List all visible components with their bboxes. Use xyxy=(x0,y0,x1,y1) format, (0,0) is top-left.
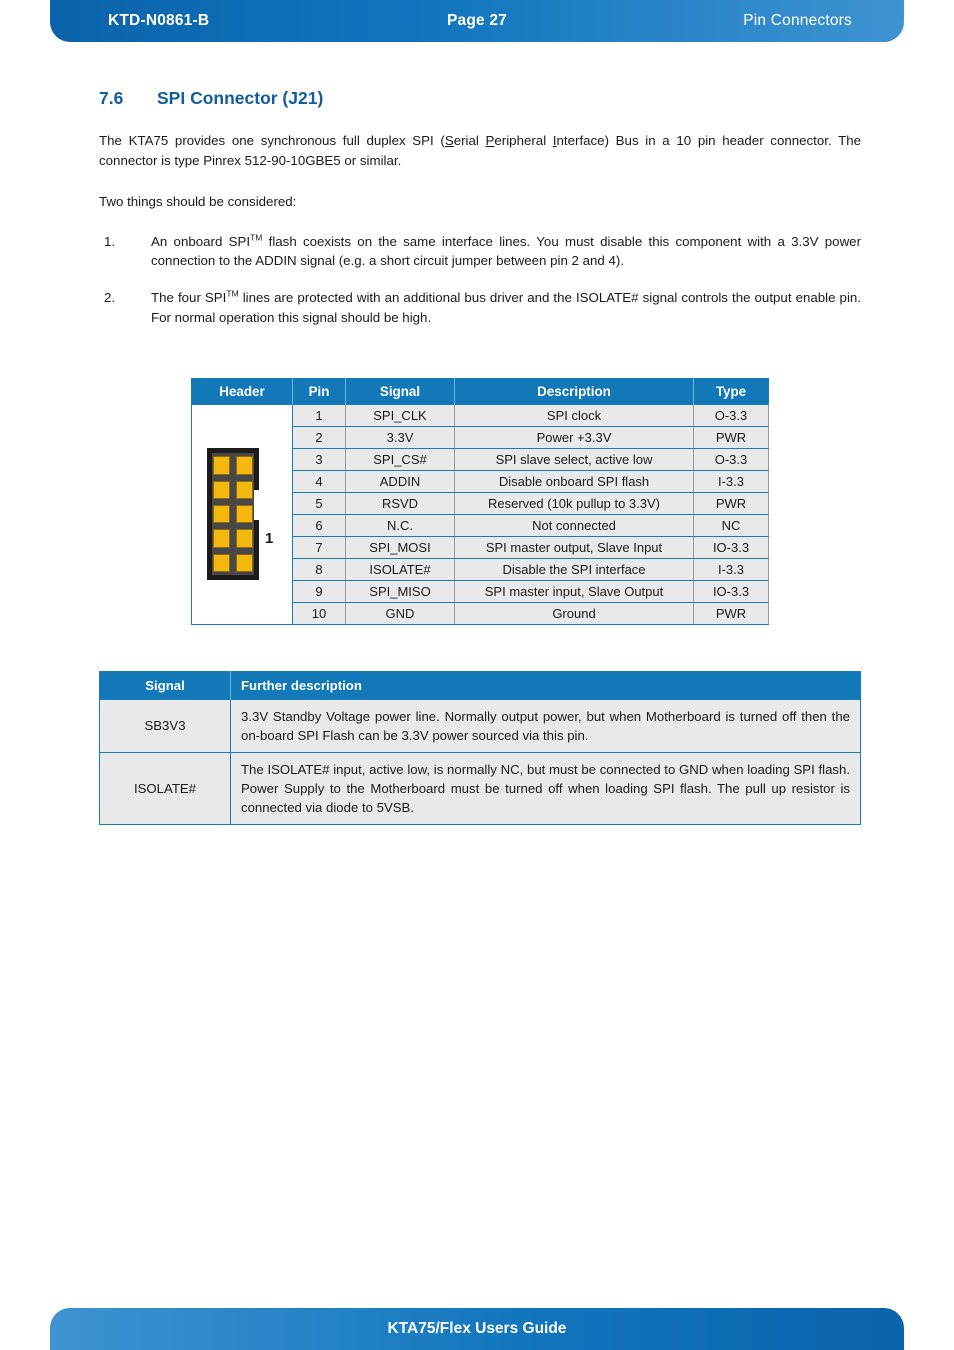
cell-signal: ADDIN xyxy=(345,469,455,493)
table-header-row: Signal Further description xyxy=(99,671,861,700)
list-item-marker: 1. xyxy=(104,233,116,249)
list-item: 2. The four SPITM lines are protected wit… xyxy=(99,288,861,328)
connector-notch-icon xyxy=(254,490,260,521)
footer-title: KTA75/Flex Users Guide xyxy=(387,1320,567,1337)
cell-description: SPI master output, Slave Input xyxy=(454,535,694,559)
cell-type: PWR xyxy=(693,601,769,625)
cell-type: I-3.3 xyxy=(693,557,769,581)
column-header-signal: Signal xyxy=(345,378,455,405)
cell-signal: 3.3V xyxy=(345,425,455,449)
page-footer: KTA75/Flex Users Guide xyxy=(50,1308,904,1350)
cell-type: O-3.3 xyxy=(693,403,769,427)
cell-pin: 8 xyxy=(292,557,346,581)
page-content: 7.6 SPI Connector (J21) The KTA75 provid… xyxy=(99,88,861,825)
trademark-superscript: TM xyxy=(250,232,263,243)
cell-type: IO-3.3 xyxy=(693,579,769,603)
cell-pin: 3 xyxy=(292,447,346,471)
cell-description: SPI master input, Slave Output xyxy=(454,579,694,603)
intro-paragraph: The KTA75 provides one synchronous full … xyxy=(99,131,861,170)
cell-pin: 7 xyxy=(292,535,346,559)
cell-further-description: The ISOLATE# input, active low, is norma… xyxy=(230,751,861,825)
column-header-pin: Pin xyxy=(292,378,346,405)
intro-text-b: erial xyxy=(453,133,486,148)
column-header-type: Type xyxy=(693,378,769,405)
pin-pad-icon xyxy=(236,529,253,548)
pin-pad-icon xyxy=(213,456,230,475)
list-item-text-a: The four SPI xyxy=(151,290,227,306)
column-header-signal: Signal xyxy=(99,671,231,700)
connector-image-cell: 1 xyxy=(191,403,293,625)
cell-type: I-3.3 xyxy=(693,469,769,493)
trademark-superscript: TM xyxy=(226,288,239,299)
pin-pad-icon xyxy=(213,504,230,524)
pin-table-container: Header Pin Signal Description Type 1 1 S… xyxy=(99,377,861,625)
cell-pin: 2 xyxy=(292,425,346,449)
cell-pin: 6 xyxy=(292,513,346,537)
section-heading: 7.6 SPI Connector (J21) xyxy=(99,88,861,109)
table-row: ISOLATE# The ISOLATE# input, active low,… xyxy=(99,751,861,825)
cell-pin: 1 xyxy=(292,403,346,427)
header-document-id: KTD-N0861-B xyxy=(108,12,210,29)
section-number: 7.6 xyxy=(99,88,124,108)
table-row: 1 1 SPI_CLK SPI clock O-3.3 xyxy=(191,403,769,625)
cell-type: IO-3.3 xyxy=(693,535,769,559)
cell-signal: ISOLATE# xyxy=(345,557,455,581)
cell-description: Reserved (10k pullup to 3.3V) xyxy=(454,491,694,515)
intro-text-c: eripheral xyxy=(494,133,553,148)
list-item-text-a: An onboard SPI xyxy=(151,233,251,249)
connector-pin1-label: 1 xyxy=(265,530,274,548)
consider-paragraph: Two things should be considered: xyxy=(99,194,297,209)
cell-type: PWR xyxy=(693,425,769,449)
page-header: KTD-N0861-B Page 27 Pin Connectors xyxy=(50,0,904,42)
cell-pin: 5 xyxy=(292,491,346,515)
notes-list: 1. An onboard SPITM flash coexists on the… xyxy=(99,232,861,328)
column-header-further-description: Further description xyxy=(230,671,861,700)
cell-type: PWR xyxy=(693,491,769,515)
pin-pad-icon xyxy=(213,553,230,573)
list-item: 1. An onboard SPITM flash coexists on the… xyxy=(99,232,861,272)
connector-diagram: 1 xyxy=(199,434,285,594)
column-header-description: Description xyxy=(454,378,694,405)
list-item-marker: 2. xyxy=(104,290,116,306)
cell-description: Disable the SPI interface xyxy=(454,557,694,581)
cell-signal: SPI_CS# xyxy=(345,447,455,471)
cell-signal: ISOLATE# xyxy=(99,751,231,825)
cell-description: Ground xyxy=(454,601,694,625)
cell-pin: 10 xyxy=(292,601,346,625)
intro-underline-s: S xyxy=(444,133,454,148)
intro-text-a: The KTA75 provides one synchronous full … xyxy=(99,133,445,148)
cell-signal: SPI_CLK xyxy=(345,403,455,427)
pin-pad-icon xyxy=(236,456,253,475)
further-description-table: Signal Further description SB3V3 3.3V St… xyxy=(99,670,861,825)
cell-signal: GND xyxy=(345,601,455,625)
table-row: SB3V3 3.3V Standby Voltage power line. N… xyxy=(99,698,861,753)
list-item-text-b: lines are protected with an additional b… xyxy=(151,290,861,325)
pin-pad-icon xyxy=(213,480,230,499)
cell-type: NC xyxy=(693,513,769,537)
cell-description: SPI slave select, active low xyxy=(454,447,694,471)
pin-assignment-table: Header Pin Signal Description Type 1 1 S… xyxy=(191,377,769,625)
cell-description: Not connected xyxy=(454,513,694,537)
connector-pin-grid xyxy=(213,456,253,573)
cell-signal: N.C. xyxy=(345,513,455,537)
cell-description: Power +3.3V xyxy=(454,425,694,449)
section-title-text: SPI Connector (J21) xyxy=(157,88,324,108)
cell-signal: SPI_MISO xyxy=(345,579,455,603)
pin-pad-icon xyxy=(213,529,230,548)
cell-signal: SPI_MOSI xyxy=(345,535,455,559)
cell-signal: RSVD xyxy=(345,491,455,515)
pin-pad-icon xyxy=(236,553,253,573)
cell-signal: SB3V3 xyxy=(99,698,231,753)
cell-pin: 4 xyxy=(292,469,346,493)
column-header-header: Header xyxy=(191,378,293,405)
cell-description: SPI clock xyxy=(454,403,694,427)
table-header-row: Header Pin Signal Description Type xyxy=(191,378,769,405)
cell-pin: 9 xyxy=(292,579,346,603)
cell-further-description: 3.3V Standby Voltage power line. Normall… xyxy=(230,698,861,753)
pin-pad-icon xyxy=(236,480,253,499)
pin-pad-icon xyxy=(236,504,253,524)
cell-type: O-3.3 xyxy=(693,447,769,471)
header-chapter-title: Pin Connectors xyxy=(743,12,852,29)
cell-description: Disable onboard SPI flash xyxy=(454,469,694,493)
